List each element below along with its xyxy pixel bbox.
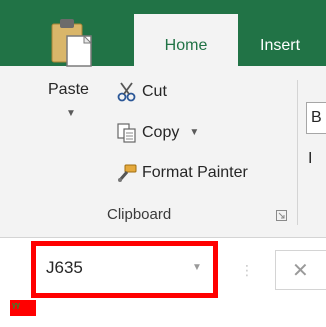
- scissors-icon: [117, 82, 136, 102]
- splitter-handle[interactable]: ⋮: [240, 262, 254, 279]
- font-box-partial[interactable]: B: [306, 102, 326, 134]
- format-painter-label: Format Painter: [142, 164, 248, 181]
- format-painter-button[interactable]: Format Painter: [116, 161, 248, 185]
- cut-button[interactable]: Cut: [116, 80, 167, 104]
- group-separator: [297, 80, 298, 225]
- cut-label: Cut: [142, 83, 167, 100]
- copy-icon: [117, 123, 136, 143]
- dropdown-arrow-icon[interactable]: ▼: [66, 108, 76, 119]
- tab-insert[interactable]: Insert: [260, 0, 300, 66]
- paste-label: Paste: [48, 81, 89, 98]
- dialog-launcher-icon[interactable]: [276, 210, 287, 221]
- copy-label: Copy: [142, 124, 180, 142]
- name-box-dropdown-arrow-icon[interactable]: ▼: [192, 262, 202, 273]
- italic-button-partial[interactable]: I: [308, 150, 312, 168]
- copy-button[interactable]: Copy ▼: [116, 121, 199, 145]
- marker-glyph: ᵞᵞ: [12, 301, 21, 313]
- tab-home[interactable]: Home: [134, 14, 238, 67]
- copy-dropdown-arrow-icon[interactable]: ▼: [189, 127, 199, 138]
- name-box-value[interactable]: J635: [46, 258, 83, 278]
- clipboard-paste-icon: [51, 19, 93, 67]
- clipboard-group-label: Clipboard: [107, 206, 172, 223]
- format-painter-icon: [118, 164, 137, 182]
- cancel-icon[interactable]: ✕: [292, 258, 309, 283]
